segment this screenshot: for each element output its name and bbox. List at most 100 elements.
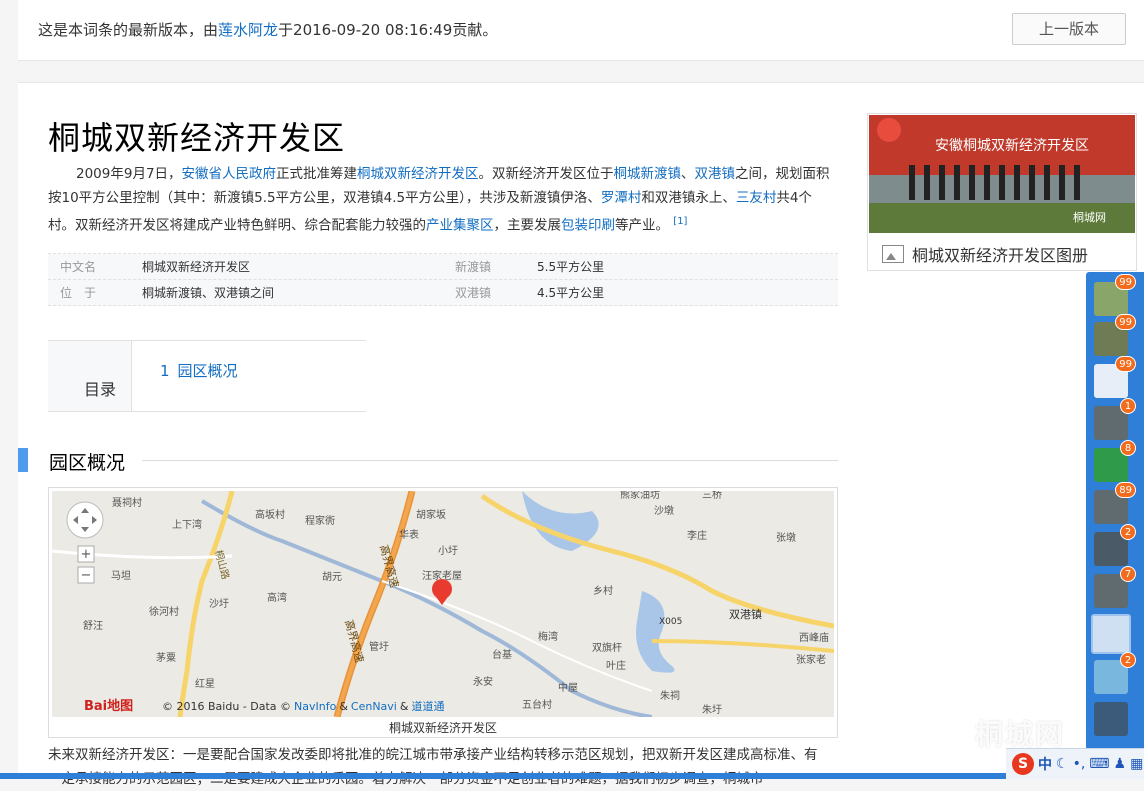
- map-label: X005: [659, 617, 682, 627]
- moon-icon[interactable]: ☾: [1056, 756, 1069, 772]
- notification-badge: 8: [1120, 440, 1136, 456]
- version-prefix: 这是本词条的最新版本，由: [38, 21, 219, 39]
- map-container[interactable]: 聂祠村 上下湾 高坂村 程家衖 胡家坂 华表 熊家油坊 沙墩 三桥 李庄 张墩 …: [48, 487, 838, 738]
- map-label: 中屋: [558, 681, 578, 694]
- punctuation-icon[interactable]: •,: [1073, 756, 1086, 772]
- chinese-mode-toggle[interactable]: 中: [1038, 754, 1052, 774]
- infobox: 中文名 桐城双新经济开发区 新渡镇 5.5平方公里 位 于 桐城新渡镇、双港镇之…: [48, 253, 838, 306]
- map-label: 茅粟: [156, 652, 176, 664]
- dock-app-icon[interactable]: 99: [1094, 356, 1136, 398]
- cennavi-link[interactable]: CenNavi: [351, 700, 397, 713]
- section-title: 园区概况: [49, 452, 126, 474]
- version-bar: 这是本词条的最新版本，由莲水阿龙于2016-09-20 08:16:49贡献。 …: [18, 0, 1144, 61]
- infobox-key: 新渡镇: [455, 260, 492, 274]
- map-label: 李庄: [687, 529, 707, 542]
- summary-link[interactable]: 包装印刷: [561, 218, 615, 234]
- author-link[interactable]: 莲水阿龙: [218, 21, 278, 39]
- reference-link[interactable]: [1]: [673, 216, 687, 227]
- summary-link[interactable]: 罗潭村: [601, 190, 642, 206]
- map-label: 小圩: [438, 544, 458, 557]
- album-photo: 安徽桐城双新经济开发区 桐城网: [869, 115, 1135, 233]
- zoom-in-icon: +: [81, 547, 92, 562]
- photo-watermark: 桐城网: [1073, 210, 1106, 224]
- dock-app-icon[interactable]: 99: [1094, 274, 1136, 316]
- summary-text: 和双港镇永上、: [641, 190, 736, 206]
- dock-app-icon[interactable]: 99: [1094, 314, 1136, 356]
- dock-app-icon[interactable]: 1: [1094, 398, 1136, 440]
- infobox-value: 桐城新渡镇、双港镇之间: [142, 286, 275, 300]
- summary-text: ，主要发展: [493, 217, 562, 234]
- notification-badge: 2: [1120, 652, 1136, 668]
- map-label: 汪家老屋: [422, 569, 462, 582]
- map-pan-control[interactable]: [66, 501, 104, 539]
- keyboard-icon[interactable]: ⌨: [1089, 756, 1109, 772]
- summary-link[interactable]: 三友村: [736, 190, 777, 206]
- summary-link[interactable]: 安徽省人民政府: [182, 166, 277, 182]
- navinfo-link[interactable]: NavInfo: [294, 700, 337, 713]
- map-label: 双旗杆: [592, 641, 622, 654]
- map-label: 马坦: [111, 569, 131, 582]
- album-label-text: 桐城双新经济开发区图册: [912, 246, 1089, 265]
- map-label: 西峰庙: [799, 631, 829, 644]
- album-card[interactable]: 安徽桐城双新经济开发区 桐城网 桐城双新经济开发区图册: [867, 113, 1137, 271]
- notification-badge: 99: [1115, 274, 1136, 290]
- copyright-amp: &: [400, 700, 409, 713]
- ime-toolbar[interactable]: S 中 ☾ •, ⌨ ♟ ▦: [1006, 748, 1144, 779]
- version-info: 这是本词条的最新版本，由莲水阿龙于2016-09-20 08:16:49贡献。: [38, 19, 497, 40]
- toc-item-text: 园区概况: [177, 362, 238, 380]
- sogou-icon[interactable]: S: [1012, 753, 1034, 775]
- toc-item-overview[interactable]: 1 园区概况: [160, 360, 238, 381]
- infobox-row: 位 于 桐城新渡镇、双港镇之间 双港镇 4.5平方公里: [48, 280, 838, 306]
- map-label: 乡村: [593, 584, 613, 597]
- daodaotong-link[interactable]: 道道通: [411, 699, 444, 713]
- summary-link[interactable]: 桐城新渡镇: [614, 166, 682, 182]
- section-marker: [18, 448, 28, 472]
- dock-app-icon[interactable]: [1094, 702, 1128, 736]
- user-icon[interactable]: ♟: [1114, 756, 1127, 772]
- infobox-key: 中文名: [60, 260, 97, 274]
- map-label: 上下湾: [172, 518, 202, 531]
- summary-text: 正式批准筹建: [276, 166, 358, 182]
- notification-badge: 99: [1115, 356, 1136, 372]
- notification-badge: 7: [1120, 566, 1136, 582]
- toc-item-number: 1: [160, 362, 170, 380]
- infobox-key: 位 于: [60, 286, 97, 300]
- dock-app-icon[interactable]: 7: [1094, 566, 1136, 608]
- toc-label: 目录: [48, 341, 132, 411]
- map-label: 沙墩: [654, 504, 674, 517]
- dock-app-icon[interactable]: 2: [1094, 652, 1136, 694]
- copyright-amp: &: [339, 700, 348, 713]
- summary-text: 等产业。: [615, 217, 669, 234]
- toc-label-text: 目录: [84, 380, 117, 399]
- map-label: 高坂村: [255, 508, 285, 521]
- summary-link[interactable]: 双港镇: [695, 166, 736, 182]
- map-label: 徐河村: [149, 605, 179, 618]
- map-label: 朱祠: [660, 689, 680, 702]
- previous-version-button[interactable]: 上一版本: [1012, 13, 1126, 45]
- album-image[interactable]: 安徽桐城双新经济开发区 桐城网: [869, 115, 1135, 233]
- map-copyright: © 2016 Baidu - Data © NavInfo & CenNavi & 道道通: [162, 699, 444, 713]
- svg-text:© 2016 Baidu - Data ©NavInfo&C: © 2016 Baidu - Data © NavInfo & CenNavi & 道道通: [162, 699, 444, 713]
- notification-badge: 2: [1120, 524, 1136, 540]
- dock-app-icon[interactable]: 8: [1094, 440, 1136, 482]
- map-label: 聂祠村: [112, 496, 142, 509]
- dock-app-icon[interactable]: 89: [1094, 482, 1136, 524]
- side-dock: 99 99 99 1 8 89 2 7 2: [1086, 272, 1144, 750]
- section-header: 园区概况: [18, 448, 838, 474]
- taskbar-strip: [0, 773, 1006, 779]
- summary-text: 。双新经济开发区位于: [478, 166, 614, 182]
- menu-grid-icon[interactable]: ▦: [1130, 756, 1143, 772]
- dock-app-icon-active[interactable]: [1091, 614, 1131, 654]
- summary-link[interactable]: 产业集聚区: [426, 218, 494, 234]
- map-label: 华表: [399, 528, 419, 541]
- map-label: 胡家坂: [416, 508, 446, 521]
- map-label: 三桥: [702, 491, 722, 501]
- summary-link[interactable]: 桐城双新经济开发区: [357, 166, 479, 182]
- map-label: 张家老: [796, 653, 826, 666]
- album-label[interactable]: 桐城双新经济开发区图册: [882, 242, 1088, 266]
- dock-app-icon[interactable]: 2: [1094, 524, 1136, 566]
- infobox-key: 双港镇: [455, 286, 492, 300]
- map-canvas[interactable]: 聂祠村 上下湾 高坂村 程家衖 胡家坂 华表 熊家油坊 沙墩 三桥 李庄 张墩 …: [52, 491, 834, 717]
- map-label: 双港镇: [729, 607, 762, 621]
- section-divider: [142, 460, 838, 461]
